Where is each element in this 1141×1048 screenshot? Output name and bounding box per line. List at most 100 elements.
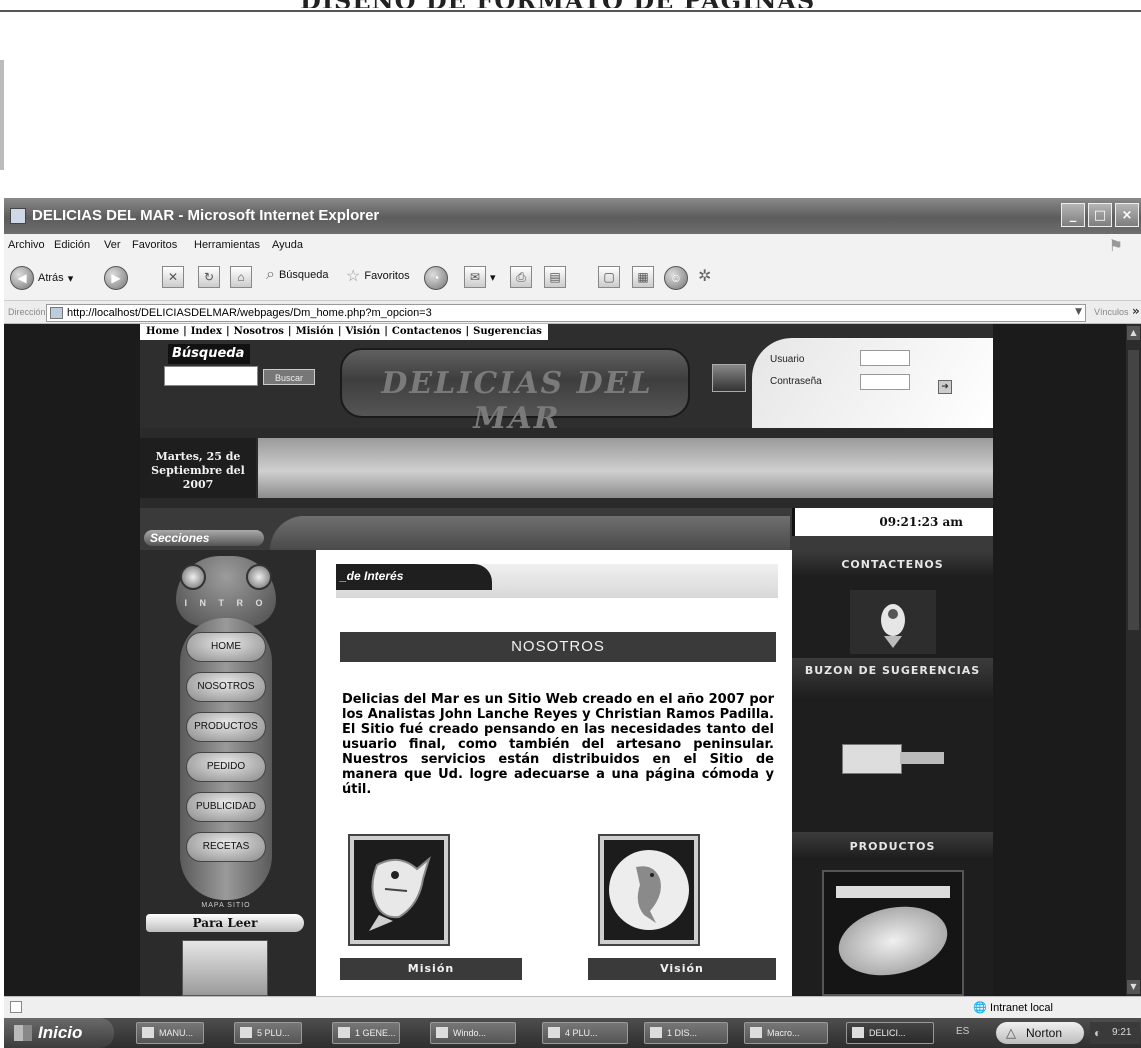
edit-button[interactable]: ▤ xyxy=(544,266,566,288)
print-button[interactable]: ⎙ xyxy=(510,266,532,288)
address-dropdown-icon[interactable]: ▼ xyxy=(1075,307,1082,317)
extra-button[interactable]: ✲ xyxy=(698,266,711,286)
menu-edicion[interactable]: Edición xyxy=(54,239,90,251)
shark-illustration xyxy=(354,840,444,940)
start-button[interactable]: Inicio xyxy=(4,1018,114,1048)
menu-favoritos[interactable]: Favoritos xyxy=(132,239,177,251)
menu-recetas-button[interactable]: RECETAS xyxy=(186,832,266,862)
sections-row: Secciones 09:21:23 am xyxy=(140,508,993,550)
vision-image[interactable] xyxy=(598,834,700,946)
back-dropdown-icon[interactable]: ▾ xyxy=(68,272,74,285)
address-url: http://localhost/DELICIASDELMAR/webpages… xyxy=(67,307,432,319)
task-button[interactable]: MANU... xyxy=(136,1022,204,1044)
scroll-down-icon[interactable]: ▼ xyxy=(1127,980,1140,994)
nav-contactenos[interactable]: Contactenos xyxy=(392,326,462,338)
minimize-button[interactable]: _ xyxy=(1061,203,1085,227)
links-label[interactable]: Vínculos xyxy=(1094,307,1129,317)
address-input[interactable]: http://localhost/DELICIASDELMAR/webpages… xyxy=(46,304,1086,322)
home-icon: ⌂ xyxy=(230,266,252,288)
intro-button[interactable]: I N T R O xyxy=(176,556,276,626)
productos-image[interactable] xyxy=(822,870,964,996)
toolbar: ◀ Atrás ▾ ▶ ✕ ↻ ⌂ ⌕ Búsqueda ☆ Favoritos… xyxy=(4,258,1141,300)
back-arrow-icon: ◀ xyxy=(10,266,34,290)
site-map-link[interactable]: MAPA SITIO xyxy=(180,902,272,909)
site-search-input[interactable] xyxy=(164,366,258,386)
menu-bar: Archivo Edición Ver Favoritos Herramient… xyxy=(4,234,1141,258)
stop-button[interactable]: ✕ xyxy=(162,266,184,288)
nav-home[interactable]: Home xyxy=(146,326,179,338)
book-image[interactable] xyxy=(182,940,268,996)
menu-publicidad-button[interactable]: PUBLICIDAD xyxy=(186,792,266,822)
password-input[interactable] xyxy=(860,374,910,390)
scroll-thumb[interactable] xyxy=(1128,350,1139,630)
norton-tray[interactable]: Norton xyxy=(996,1022,1084,1044)
menu-ayuda[interactable]: Ayuda xyxy=(272,239,303,251)
search-button[interactable]: ⌕ Búsqueda xyxy=(266,266,329,284)
history-button[interactable]: ◔ xyxy=(424,266,448,290)
task-button[interactable]: Windo... xyxy=(430,1022,516,1044)
refresh-button[interactable]: ↻ xyxy=(198,266,220,288)
research-button[interactable]: ▦ xyxy=(632,266,654,288)
forward-button[interactable]: ▶ xyxy=(104,266,128,290)
menu-archivo[interactable]: Archivo xyxy=(8,239,45,251)
mailbox-icon xyxy=(842,744,902,774)
vertical-scrollbar[interactable]: ▲ ▼ xyxy=(1126,324,1141,996)
password-label: Contraseña xyxy=(770,376,822,387)
login-submit-icon[interactable]: ➜ xyxy=(938,380,952,394)
links-chevron-icon[interactable]: » xyxy=(1132,304,1140,318)
star-icon: ☆ xyxy=(346,268,361,285)
interes-bar: _de Interés xyxy=(336,564,778,598)
task-button[interactable]: 4 PLU... xyxy=(542,1022,628,1044)
menu-ver[interactable]: Ver xyxy=(104,239,121,251)
menu-stack: HOME NOSOTROS PRODUCTOS PEDIDO PUBLICIDA… xyxy=(180,618,272,900)
task-button[interactable]: 5 PLU... xyxy=(234,1022,302,1044)
scroll-up-icon[interactable]: ▲ xyxy=(1127,326,1140,340)
nav-sugerencias[interactable]: Sugerencias xyxy=(473,326,542,338)
search-title: Búsqueda xyxy=(168,344,250,364)
nav-vision[interactable]: Visión xyxy=(345,326,380,338)
vision-caption[interactable]: Visión xyxy=(588,958,776,980)
messenger-icon: ☺ xyxy=(664,266,688,290)
language-indicator[interactable]: ES xyxy=(956,1026,969,1037)
menu-nosotros-button[interactable]: NOSOTROS xyxy=(186,672,266,702)
nav-separator: | xyxy=(465,326,470,337)
menu-pedido-button[interactable]: PEDIDO xyxy=(186,752,266,782)
close-button[interactable]: × xyxy=(1115,203,1139,227)
menu-herramientas[interactable]: Herramientas xyxy=(194,239,260,251)
nav-separator: | xyxy=(337,326,342,337)
edit-icon: ▤ xyxy=(544,266,566,288)
nav-nosotros[interactable]: Nosotros xyxy=(234,326,284,338)
browser-window: DELICIAS DEL MAR - Microsoft Internet Ex… xyxy=(4,198,1141,1018)
contactenos-image[interactable] xyxy=(850,590,936,654)
home-button[interactable]: ⌂ xyxy=(230,266,252,288)
taskbar: Inicio MANU... 5 PLU... 1 GENE... Windo.… xyxy=(4,1018,1141,1048)
contactenos-header: CONTACTENOS xyxy=(792,550,993,578)
task-button[interactable]: 1 DIS... xyxy=(644,1022,728,1044)
user-input[interactable] xyxy=(860,350,910,366)
buzon-image[interactable] xyxy=(812,714,972,814)
research-icon: ▦ xyxy=(632,266,654,288)
maximize-button[interactable]: □ xyxy=(1088,203,1112,227)
task-button[interactable]: Macro... xyxy=(744,1022,828,1044)
messenger-button[interactable]: ☺ xyxy=(664,266,688,290)
menu-home-button[interactable]: HOME xyxy=(186,632,266,662)
mision-image[interactable] xyxy=(348,834,450,946)
para-leer-header: Para Leer xyxy=(146,914,304,932)
discuss-button[interactable]: ▢ xyxy=(598,266,620,288)
favorites-button[interactable]: ☆ Favoritos xyxy=(346,266,410,286)
tray-clock: 9:21 xyxy=(1090,1022,1140,1044)
nav-mision[interactable]: Misión xyxy=(296,326,334,338)
menu-productos-button[interactable]: PRODUCTOS xyxy=(186,712,266,742)
task-button[interactable]: 1 GENE... xyxy=(332,1022,400,1044)
mailbox-flag-icon xyxy=(900,752,944,764)
discuss-icon: ▢ xyxy=(598,266,620,288)
task-button-active[interactable]: DELICI... xyxy=(846,1022,934,1044)
mision-caption[interactable]: Misión xyxy=(340,958,522,980)
dolphin-icon xyxy=(609,850,689,930)
nav-index[interactable]: Index xyxy=(191,326,222,338)
status-zone: 🌐 Intranet local xyxy=(973,1002,1053,1014)
site-search-button[interactable]: Buscar xyxy=(263,369,315,385)
back-button[interactable]: ◀ Atrás ▾ xyxy=(10,266,73,290)
title-bar: DELICIAS DEL MAR - Microsoft Internet Ex… xyxy=(4,198,1141,234)
mail-button[interactable]: ✉ ▾ xyxy=(464,266,496,288)
